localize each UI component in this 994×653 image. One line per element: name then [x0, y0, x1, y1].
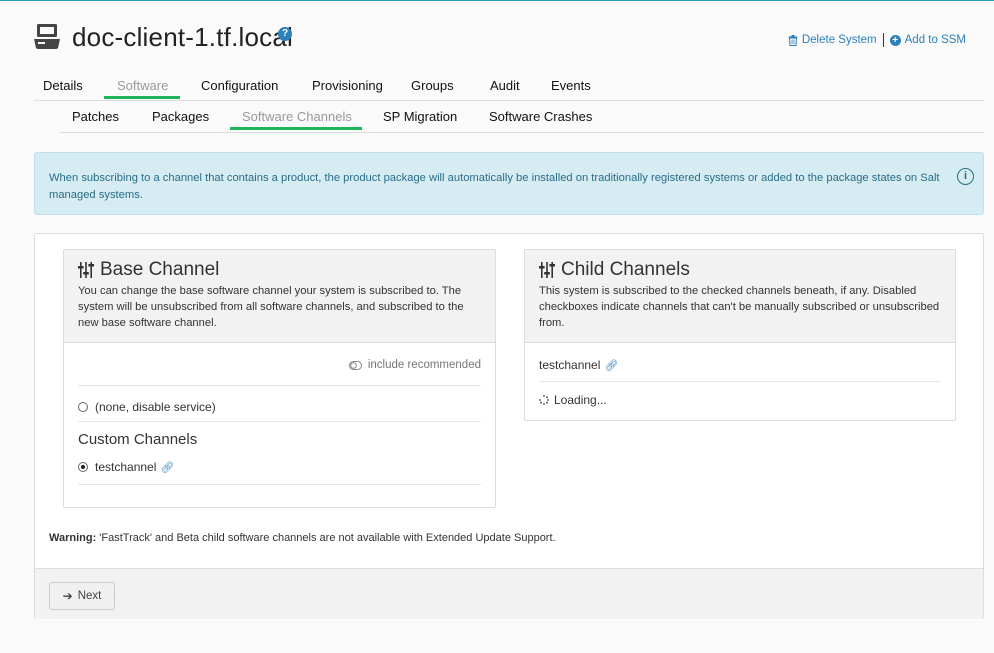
testchannel-radio[interactable] — [78, 462, 88, 472]
child-channels-description: This system is subscribed to the checked… — [539, 285, 940, 329]
custom-channels-heading: Custom Channels — [78, 431, 198, 448]
base-channel-card: Base Channel You can change the base sof… — [63, 249, 496, 508]
next-label: Next — [77, 590, 102, 602]
tab-label: Software — [117, 78, 169, 93]
child-channels-header: Child Channels This system is subscribed… — [525, 250, 955, 343]
spinner-icon — [539, 395, 549, 405]
tab-label: Groups — [411, 78, 454, 93]
tab-software[interactable]: Software — [104, 78, 180, 99]
primary-tabs: Details Software Configuration Provision… — [34, 78, 984, 101]
link-icon[interactable]: 🔗︎ — [604, 360, 618, 372]
info-icon: i — [957, 168, 974, 185]
add-to-ssm-button[interactable]: + Add to SSM — [889, 34, 966, 46]
include-recommended-toggle[interactable]: include recommended — [348, 359, 481, 371]
secondary-tabs: Patches Packages Software Channels SP Mi… — [60, 109, 984, 133]
tab-label: Software Crashes — [489, 109, 593, 124]
action-divider — [882, 33, 884, 47]
warning-text: 'FastTrack' and Beta child software chan… — [96, 532, 556, 544]
tab-details[interactable]: Details — [43, 78, 83, 93]
eus-warning: Warning: 'FastTrack' and Beta child soft… — [49, 532, 556, 544]
tab-label: Patches — [72, 109, 119, 124]
base-channel-header: Base Channel You can change the base sof… — [64, 250, 495, 343]
warning-label: Warning: — [49, 532, 97, 544]
tab-events[interactable]: Events — [551, 78, 591, 93]
plus-circle-icon: + — [889, 34, 901, 46]
subtab-packages[interactable]: Packages — [152, 109, 209, 124]
child-channel-row: testchannel 🔗︎ — [539, 344, 941, 382]
testchannel-label: testchannel — [95, 460, 157, 474]
active-tab-underline — [104, 96, 180, 99]
help-icon[interactable]: ? — [278, 27, 292, 41]
tab-label: Events — [551, 78, 591, 93]
arrow-right-icon: ➔ — [62, 589, 73, 603]
include-recommended-row: include recommended — [78, 344, 481, 386]
tab-groups[interactable]: Groups — [411, 78, 454, 93]
add-to-ssm-label: Add to SSM — [904, 34, 966, 46]
base-channel-title: Base Channel — [78, 259, 481, 281]
none-option-row[interactable]: (none, disable service) — [78, 387, 481, 422]
child-channels-title: Child Channels — [539, 259, 941, 281]
system-title: doc-client-1.tf.local — [72, 22, 293, 52]
delete-system-label: Delete System — [801, 34, 877, 46]
next-button[interactable]: ➔ Next — [49, 582, 115, 610]
tab-label: SP Migration — [383, 109, 458, 124]
tab-label: Software Channels — [242, 109, 352, 124]
subtab-software-channels[interactable]: Software Channels — [230, 109, 362, 130]
sliders-icon — [539, 262, 555, 278]
card-title-text: Base Channel — [100, 259, 220, 280]
trash-icon — [788, 34, 798, 46]
include-recommended-label: include recommended — [367, 359, 481, 371]
header-actions: Delete System + Add to SSM — [788, 33, 966, 47]
system-icon — [34, 24, 60, 49]
child-channel-label: testchannel — [539, 358, 601, 372]
tab-audit[interactable]: Audit — [490, 78, 520, 93]
tab-label: Audit — [490, 78, 520, 93]
channels-panel: Base Channel You can change the base sof… — [34, 233, 984, 619]
active-tab-underline — [230, 127, 362, 130]
panel-footer: ➔ Next — [35, 568, 983, 619]
subtab-sp-migration[interactable]: SP Migration — [383, 109, 457, 124]
loading-indicator: Loading... — [539, 393, 607, 407]
tab-label: Provisioning — [312, 78, 383, 93]
none-radio[interactable] — [78, 402, 88, 412]
tab-provisioning[interactable]: Provisioning — [312, 78, 383, 93]
page-header: doc-client-1.tf.local ? Delete System + … — [34, 22, 984, 62]
link-icon[interactable]: 🔗︎ — [160, 462, 174, 474]
info-alert: When subscribing to a channel that conta… — [34, 152, 984, 215]
loading-label: Loading... — [554, 393, 607, 407]
tab-label: Packages — [152, 109, 210, 124]
alert-text: When subscribing to a channel that conta… — [49, 172, 940, 201]
tab-label: Details — [43, 78, 83, 93]
subtab-patches[interactable]: Patches — [72, 109, 119, 124]
none-option-label: (none, disable service) — [95, 400, 216, 414]
sliders-icon — [78, 262, 94, 278]
card-title-text: Child Channels — [561, 259, 690, 280]
child-channels-card: Child Channels This system is subscribed… — [524, 249, 956, 421]
tab-configuration[interactable]: Configuration — [201, 78, 278, 93]
delete-system-button[interactable]: Delete System — [788, 34, 877, 46]
subtab-software-crashes[interactable]: Software Crashes — [489, 109, 592, 124]
testchannel-option-row[interactable]: testchannel 🔗︎ — [78, 450, 481, 485]
toggle-icon — [348, 360, 362, 370]
tab-label: Configuration — [201, 78, 279, 93]
base-channel-description: You can change the base software channel… — [78, 285, 464, 329]
